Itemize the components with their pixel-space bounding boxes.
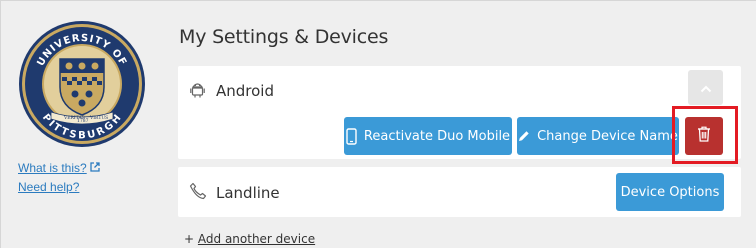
add-another-device-link[interactable]: Add another device (198, 232, 315, 246)
reactivate-duo-mobile-button[interactable]: Reactivate Duo Mobile (344, 117, 512, 155)
device-options-button[interactable]: Device Options (616, 173, 724, 211)
android-icon (190, 81, 205, 103)
svg-text:1787: 1787 (77, 118, 89, 124)
need-help-link[interactable]: Need help? (18, 180, 79, 194)
device-name-android: Android (216, 82, 274, 100)
add-device-link-row: + Add another device (184, 232, 316, 246)
university-seal-logo: UNIVERSITY OF PITTSBURGH VERITAS 1787 VI… (19, 21, 145, 147)
collapse-button[interactable] (688, 70, 723, 105)
page-title: My Settings & Devices (179, 26, 389, 48)
pencil-icon (518, 130, 530, 142)
highlight-box (672, 106, 738, 164)
external-link-icon (90, 162, 100, 175)
change-device-name-button[interactable]: Change Device Name (517, 117, 679, 155)
mobile-phone-icon (346, 127, 357, 145)
svg-text:VIRTUS: VIRTUS (89, 115, 108, 121)
chevron-up-icon (700, 80, 712, 96)
what-is-this-link[interactable]: What is this? (18, 161, 100, 175)
phone-icon (189, 182, 207, 205)
device-name-landline: Landline (216, 184, 280, 202)
